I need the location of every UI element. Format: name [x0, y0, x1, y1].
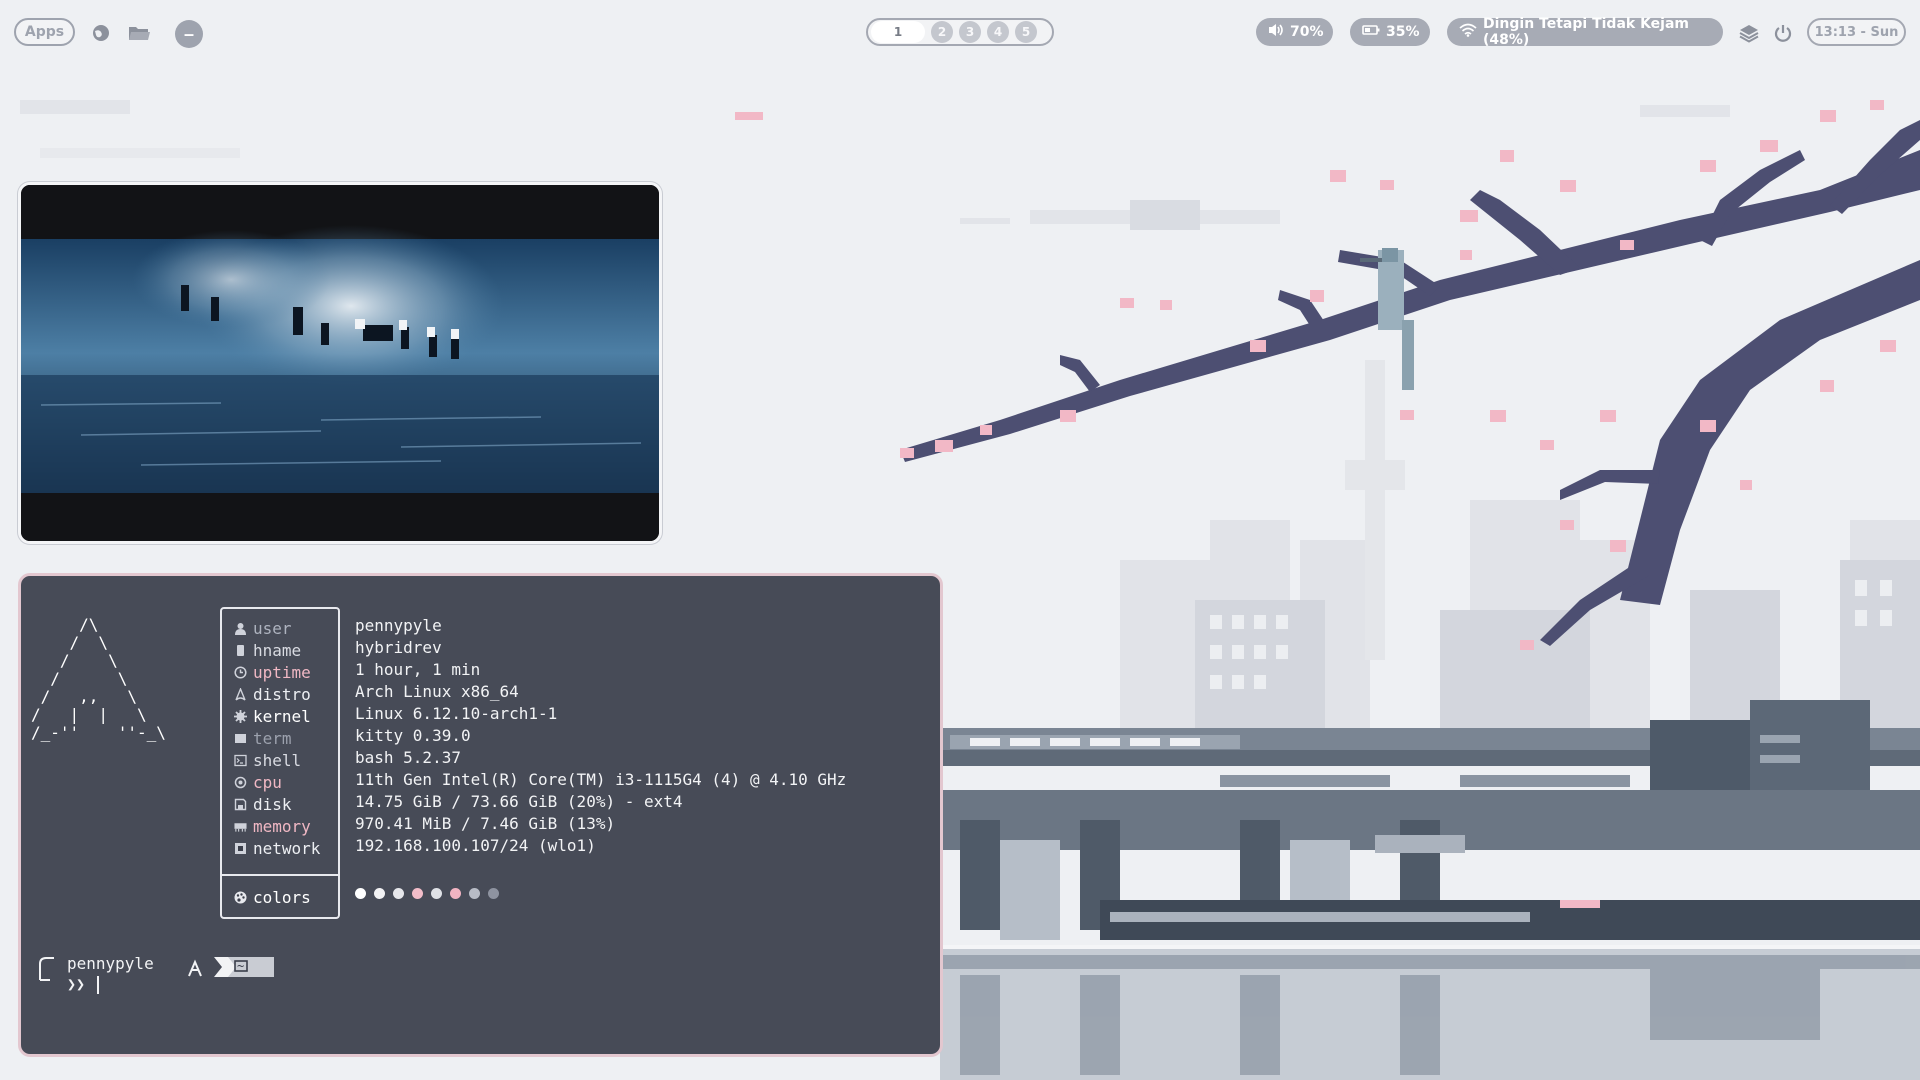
memory-icon: [234, 820, 247, 833]
workspace-2[interactable]: 2: [931, 21, 953, 43]
arch-icon: [188, 959, 202, 977]
fetch-key-label: cpu: [253, 772, 282, 792]
globe-icon[interactable]: [90, 22, 112, 44]
prompt-symbol: ❯❯: [67, 975, 86, 993]
clock-icon: [234, 665, 247, 679]
fetch-key-kernel: kernel: [234, 705, 311, 727]
host-icon: [234, 644, 247, 657]
fetch-key-label: memory: [253, 816, 311, 836]
terminal-icon: [234, 732, 247, 745]
fetch-key-colors-label: colors: [253, 887, 311, 907]
wall-railway: [940, 700, 1920, 940]
workspace-4[interactable]: 4: [987, 21, 1009, 43]
video-player-window[interactable]: [18, 182, 662, 544]
wifi-icon: [1459, 23, 1477, 41]
fetch-keys-divider: [222, 874, 338, 876]
fetch-value-kernel: Linux 6.12.10-arch1-1: [355, 704, 558, 723]
palette-swatch-6: [450, 888, 461, 899]
fetch-key-label: hname: [253, 640, 302, 660]
volume-value: 70%: [1290, 24, 1324, 40]
video-frame: [21, 185, 659, 541]
fetch-key-label: network: [253, 838, 321, 858]
minus-button[interactable]: –: [175, 20, 203, 48]
layers-icon[interactable]: [1738, 22, 1760, 44]
fetch-key-label: uptime: [253, 662, 311, 682]
wifi-network-name: Dingin Tetapi Tidak Kejam (48%): [1483, 16, 1690, 48]
fetch-key-label: shell: [253, 750, 302, 770]
fetch-key-term: term: [234, 727, 292, 749]
shell-icon: [234, 754, 247, 767]
fetch-key-label: distro: [253, 684, 311, 704]
palette-swatch-2: [374, 888, 385, 899]
fetch-key-label: user: [253, 618, 292, 638]
fetch-key-disk: disk: [234, 793, 292, 815]
fetch-key-label: disk: [253, 794, 292, 814]
wifi-indicator[interactable]: Dingin Tetapi Tidak Kejam (48%): [1447, 16, 1723, 48]
fetch-key-distro: distro: [234, 683, 311, 705]
fetch-key-label: term: [253, 728, 292, 748]
fetch-value-uptime: 1 hour, 1 min: [355, 660, 481, 679]
palette-icon: [234, 891, 247, 904]
terminal-window[interactable]: /\ / \ / \ / \ / ,, \ / | | \ /_-'' ''-_…: [18, 573, 943, 1057]
fetch-value-shell: bash 5.2.37: [355, 748, 461, 767]
battery-value: 35%: [1386, 24, 1420, 40]
color-palette: [355, 888, 499, 899]
palette-swatch-3: [393, 888, 404, 899]
disk-icon: [234, 798, 247, 811]
arch-icon: [234, 687, 247, 701]
fetch-key-cpu: cpu: [234, 771, 282, 793]
fetch-key-network: network: [234, 837, 320, 859]
prompt-dir: ~: [237, 959, 245, 973]
gear-icon: [234, 709, 247, 723]
fetch-key-memory: memory: [234, 815, 311, 837]
workspace-3[interactable]: 3: [959, 21, 981, 43]
palette-swatch-4: [412, 888, 423, 899]
fetch-key-shell: shell: [234, 749, 301, 771]
fetch-value-network: 192.168.100.107/24 (wlo1): [355, 836, 596, 855]
folder-icon[interactable]: [127, 22, 150, 44]
workspace-5[interactable]: 5: [1015, 21, 1037, 43]
workspace-switcher: 1 2 3 4 5: [866, 18, 1054, 46]
battery-indicator[interactable]: 35%: [1350, 18, 1430, 46]
fetch-value-hname: hybridrev: [355, 638, 442, 657]
prompt-user: pennypyle: [67, 954, 154, 973]
fetch-key-hname: hname: [234, 639, 301, 661]
fetch-value-disk: 14.75 GiB / 73.66 GiB (20%) - ext4: [355, 792, 683, 811]
palette-swatch-1: [355, 888, 366, 899]
speaker-icon: [1268, 23, 1284, 41]
fetch-keys-box: user hname uptime distro kernel term shell cpu d…: [220, 607, 340, 919]
arch-logo-ascii: /\ / \ / \ / \ / ,, \ / | | \ /_-'' ''-_…: [31, 615, 166, 742]
user-icon: [234, 622, 247, 635]
fetch-key-uptime: uptime: [234, 661, 311, 683]
text-cursor[interactable]: [97, 976, 99, 994]
fetch-key-label: kernel: [253, 706, 311, 726]
palette-swatch-5: [431, 888, 442, 899]
volume-indicator[interactable]: 70%: [1256, 18, 1333, 46]
clock[interactable]: 13:13 - Sun: [1807, 18, 1906, 46]
fetch-key-user: user: [234, 617, 292, 639]
fetch-key-colors: colors: [234, 886, 311, 908]
fetch-value-distro: Arch Linux x86_64: [355, 682, 519, 701]
apps-button[interactable]: Apps: [14, 18, 75, 46]
fetch-value-memory: 970.41 MiB / 7.46 GiB (13%): [355, 814, 616, 833]
battery-icon: [1362, 24, 1380, 40]
network-icon: [234, 842, 247, 855]
fetch-value-user: pennypyle: [355, 616, 442, 635]
power-icon[interactable]: [1772, 22, 1794, 44]
palette-swatch-8: [488, 888, 499, 899]
palette-swatch-7: [469, 888, 480, 899]
cpu-icon: [234, 776, 247, 789]
fetch-value-term: kitty 0.39.0: [355, 726, 471, 745]
fetch-value-cpu: 11th Gen Intel(R) Core(TM) i3-1115G4 (4)…: [355, 770, 847, 789]
workspace-1[interactable]: 1: [871, 21, 925, 43]
